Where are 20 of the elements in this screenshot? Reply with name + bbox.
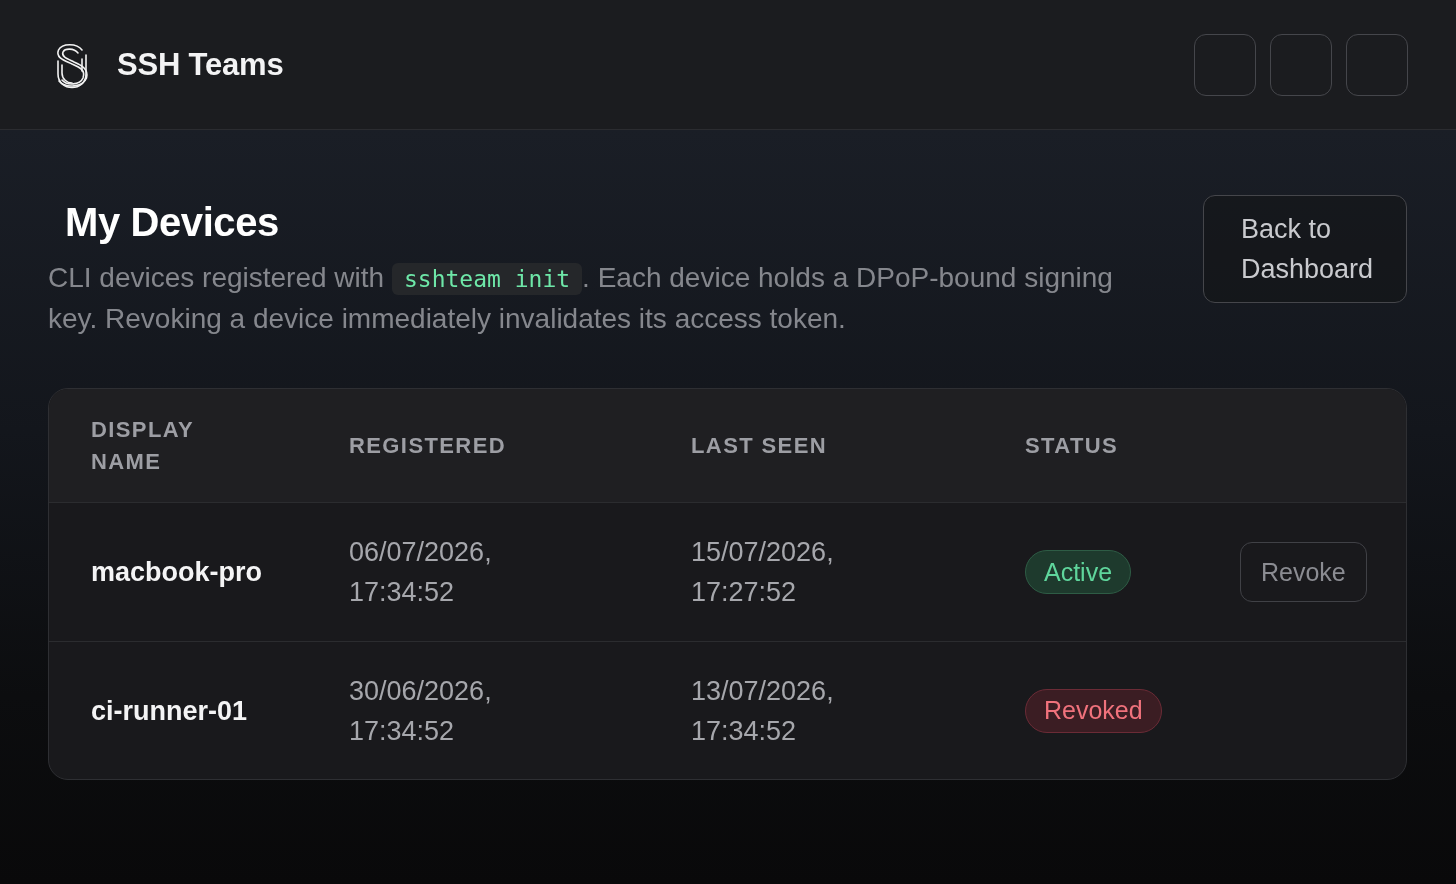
back-to-dashboard-button[interactable]: Back to Dashboard [1203, 195, 1407, 303]
app-title: SSH Teams [117, 46, 284, 83]
column-header: STATUS [1025, 431, 1119, 460]
column-header: DISPLAY NAME [91, 415, 195, 476]
column-header: REGISTERED [349, 431, 507, 460]
device-name-cell-text: macbook-pro [91, 556, 263, 589]
page-description: CLI devices registered with sshteam init . Each device holds a DPoP-bound signing key. Revoking a device immediately invalidates its access token. [48, 261, 1114, 336]
status-badge: Active [1025, 550, 1132, 594]
header-button[interactable] [1194, 33, 1256, 96]
revoke-button[interactable]: Revoke [1240, 542, 1367, 602]
last-seen-date-cell-text: 13/07/2026, 17:34:52 [691, 674, 835, 748]
device-name-cell-text: ci-runner-01 [91, 694, 248, 728]
page-heading: My Devices [65, 199, 280, 246]
last-seen-date-cell-text: 15/07/2026, 17:27:52 [691, 536, 835, 609]
registered-date-cell-text: 30/06/2026, 17:34:52 [349, 674, 493, 748]
status-badge: Revoked [1025, 688, 1162, 733]
column-header: LAST SEEN [691, 431, 828, 460]
header-button[interactable] [1346, 33, 1408, 96]
registered-date-cell-text: 06/07/2026, 17:34:52 [349, 536, 493, 609]
header-button[interactable] [1270, 33, 1332, 96]
